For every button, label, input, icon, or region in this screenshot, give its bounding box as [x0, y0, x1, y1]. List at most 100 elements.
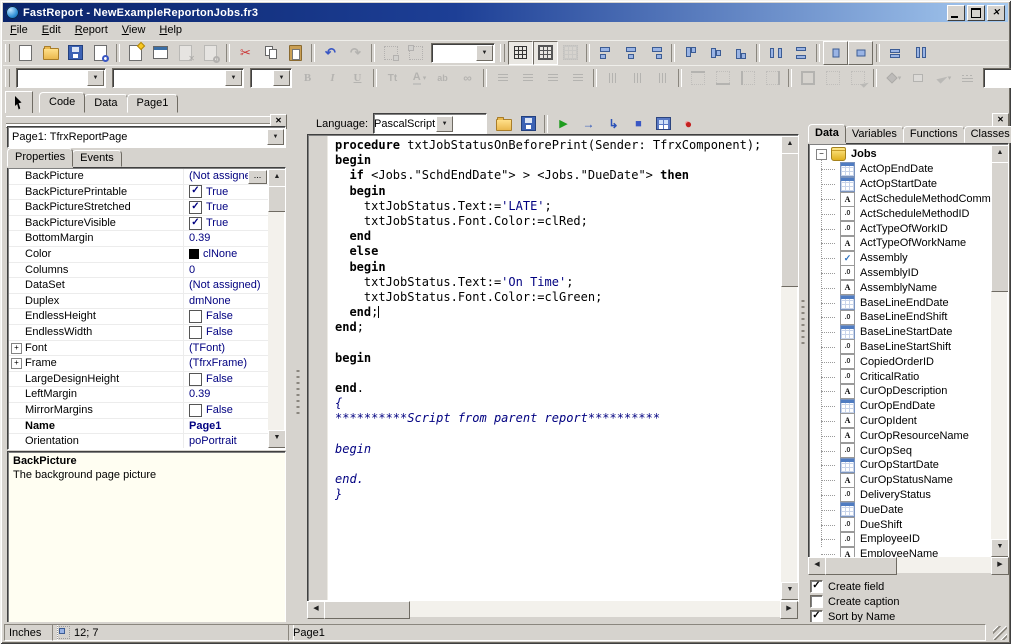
scroll-up-icon[interactable]: ▲: [268, 169, 286, 187]
property-value[interactable]: 0: [184, 263, 268, 278]
new-report-page-button[interactable]: [123, 41, 148, 65]
property-value[interactable]: (TfrxFrame): [184, 356, 268, 371]
scroll-left-icon[interactable]: ◀: [307, 601, 325, 619]
scroll-right-icon[interactable]: ▶: [780, 601, 798, 619]
field-CopiedOrderID[interactable]: .0CopiedOrderID: [811, 354, 991, 369]
align-to-grid-button[interactable]: [533, 41, 558, 65]
scroll-left-icon[interactable]: ◀: [808, 557, 826, 575]
property-value[interactable]: ✓True: [184, 216, 268, 231]
property-row[interactable]: MirrorMarginsFalse: [9, 403, 268, 419]
close-button[interactable]: ✕: [987, 5, 1005, 21]
align-tops-button[interactable]: [678, 41, 703, 65]
scroll-right-icon[interactable]: ▶: [991, 557, 1009, 575]
field-ActOpStartDate[interactable]: ActOpStartDate: [811, 177, 991, 192]
trace-into-button[interactable]: [601, 112, 626, 136]
property-value[interactable]: 0.39: [184, 231, 268, 246]
field-CurOpResourceName[interactable]: ACurOpResourceName: [811, 428, 991, 443]
tab-page1[interactable]: Page1: [127, 94, 179, 113]
field-ActTypeOfWorkName[interactable]: AActTypeOfWorkName: [811, 236, 991, 251]
property-value[interactable]: clNone: [184, 247, 268, 262]
checkbox-icon[interactable]: [810, 595, 823, 608]
code-text[interactable]: procedure txtJobStatusOnBeforePrint(Send…: [335, 138, 780, 600]
tree-vscrollbar[interactable]: ▲ ▼: [991, 145, 1007, 557]
option-create-field[interactable]: ✓Create field: [810, 579, 1009, 594]
property-row[interactable]: BackPicturePrintable✓True: [9, 185, 268, 201]
menu-edit[interactable]: Edit: [35, 22, 68, 40]
property-value[interactable]: (Not assigned)...: [184, 169, 268, 184]
editor-hscrollbar[interactable]: ◀ ▶: [307, 601, 798, 617]
property-row[interactable]: Columns0: [9, 263, 268, 279]
paste-button[interactable]: [283, 41, 308, 65]
property-value[interactable]: False: [184, 372, 268, 387]
splitter-left[interactable]: [290, 113, 306, 622]
field-ActTypeOfWorkID[interactable]: .0ActTypeOfWorkID: [811, 221, 991, 236]
menu-file[interactable]: File: [3, 22, 35, 40]
property-row[interactable]: LeftMargin0.39: [9, 387, 268, 403]
maximize-button[interactable]: [967, 5, 985, 21]
center-horizontally-button[interactable]: [823, 41, 848, 65]
field-Assembly[interactable]: ✓Assembly: [811, 251, 991, 266]
collapse-icon[interactable]: −: [816, 149, 827, 160]
property-value[interactable]: False: [184, 325, 268, 340]
property-value[interactable]: 0.39: [184, 387, 268, 402]
property-row[interactable]: BackPictureStretched✓True: [9, 200, 268, 216]
language-select[interactable]: PascalScript ▼: [373, 113, 487, 134]
checkbox-icon[interactable]: [189, 326, 202, 339]
option-create-caption[interactable]: Create caption: [810, 594, 1009, 609]
property-value[interactable]: ✓True: [184, 200, 268, 215]
field-BaseLineStartShift[interactable]: .0BaseLineStartShift: [811, 340, 991, 355]
save-script-button[interactable]: [516, 112, 541, 136]
same-width-button[interactable]: [883, 41, 908, 65]
property-row[interactable]: BottomMargin0.39: [9, 231, 268, 247]
evaluate-button[interactable]: [651, 112, 676, 136]
property-row[interactable]: DuplexdmNone: [9, 294, 268, 310]
field-BaseLineEndShift[interactable]: .0BaseLineEndShift: [811, 310, 991, 325]
step-over-button[interactable]: [576, 112, 601, 136]
copy-button[interactable]: [258, 41, 283, 65]
style-select[interactable]: ▼: [16, 68, 106, 88]
save-report-button[interactable]: [63, 41, 88, 65]
center-vertically-button[interactable]: [848, 41, 873, 65]
scroll-thumb[interactable]: [324, 601, 410, 619]
field-EmployeeID[interactable]: .0EmployeeID: [811, 532, 991, 547]
property-value[interactable]: (TFont): [184, 341, 268, 356]
open-report-button[interactable]: [38, 41, 63, 65]
property-value[interactable]: False: [184, 309, 268, 324]
checkbox-icon[interactable]: [189, 310, 202, 323]
new-dialog-page-button[interactable]: [148, 41, 173, 65]
breakpoint-button[interactable]: [676, 112, 701, 136]
tab-data[interactable]: Data: [84, 94, 127, 113]
field-CurOpSeq[interactable]: .0CurOpSeq: [811, 443, 991, 458]
font-size-select[interactable]: ▼: [250, 68, 292, 88]
checkbox-icon[interactable]: ✓: [810, 580, 823, 593]
property-value[interactable]: (Not assigned): [184, 278, 268, 293]
scroll-thumb[interactable]: [991, 162, 1009, 292]
select-tool-button[interactable]: [5, 91, 33, 114]
property-row[interactable]: +Font(TFont): [9, 341, 268, 357]
space-vertically-button[interactable]: [788, 41, 813, 65]
chevron-down-icon[interactable]: ▼: [267, 129, 284, 145]
zoom-select[interactable]: ▼: [431, 43, 495, 63]
field-CurOpDescription[interactable]: ACurOpDescription: [811, 384, 991, 399]
field-CriticalRatio[interactable]: .0CriticalRatio: [811, 369, 991, 384]
checkbox-icon[interactable]: [189, 404, 202, 417]
font-name-select[interactable]: ▼: [112, 68, 244, 88]
field-DueDate[interactable]: DueDate: [811, 502, 991, 517]
menu-help[interactable]: Help: [152, 22, 189, 40]
run-script-button[interactable]: [551, 112, 576, 136]
expand-icon[interactable]: +: [11, 358, 22, 369]
field-DeliveryStatus[interactable]: .0DeliveryStatus: [811, 488, 991, 503]
checkbox-icon[interactable]: ✓: [189, 201, 202, 214]
checkbox-icon[interactable]: ✓: [189, 185, 202, 198]
field-CurOpStatusName[interactable]: ACurOpStatusName: [811, 473, 991, 488]
cut-button[interactable]: [233, 41, 258, 65]
scroll-thumb[interactable]: [825, 557, 897, 575]
new-report-button[interactable]: [13, 41, 38, 65]
property-value[interactable]: False: [184, 403, 268, 418]
chevron-down-icon[interactable]: ▼: [273, 70, 290, 86]
tab-code[interactable]: Code: [39, 92, 85, 113]
property-value[interactable]: poPortrait: [184, 434, 268, 448]
field-AssemblyName[interactable]: AAssemblyName: [811, 280, 991, 295]
property-row[interactable]: EndlessHeightFalse: [9, 309, 268, 325]
align-bottoms-button[interactable]: [728, 41, 753, 65]
